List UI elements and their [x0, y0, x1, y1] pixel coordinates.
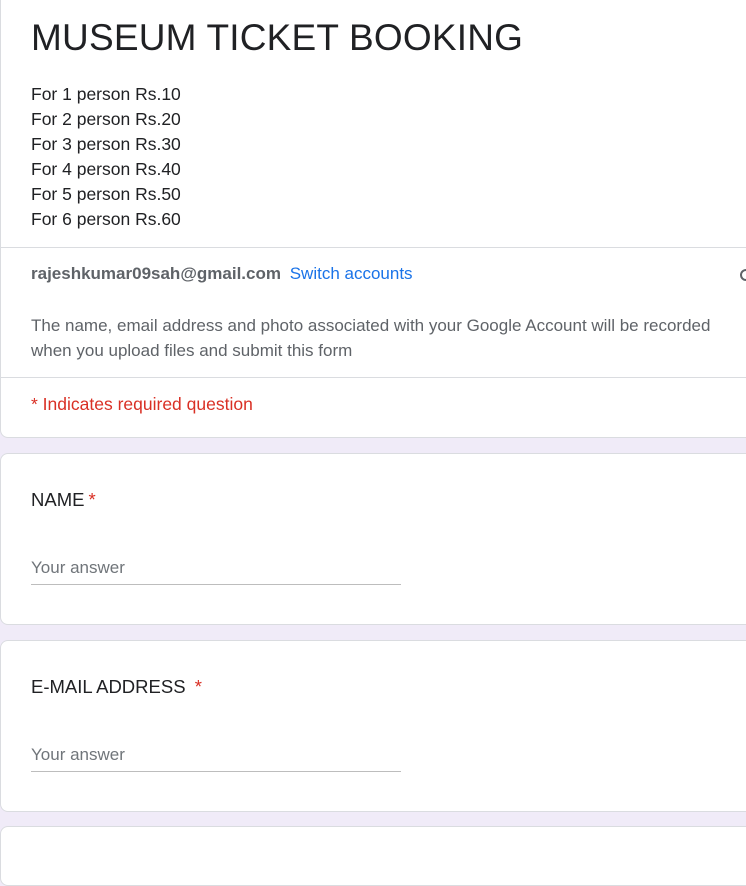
privacy-note: The name, email address and photo associ…	[31, 313, 746, 363]
question-label: E-MAIL ADDRESS	[31, 676, 191, 697]
required-asterisk: *	[194, 676, 202, 697]
switch-accounts-link[interactable]: Switch accounts	[290, 264, 413, 283]
form-title: MUSEUM TICKET BOOKING	[31, 17, 524, 58]
name-input[interactable]	[31, 552, 401, 585]
divider	[1, 377, 746, 378]
privacy-note-line: The name, email address and photo associ…	[31, 316, 711, 335]
question-title: E-MAIL ADDRESS *	[31, 676, 202, 698]
divider	[1, 247, 746, 248]
description-line: For 1 person Rs.10	[31, 84, 181, 104]
cloud-status-icon[interactable]	[740, 269, 746, 281]
description-line: For 6 person Rs.60	[31, 209, 181, 229]
required-asterisk: *	[88, 489, 96, 510]
question-card-next	[0, 826, 746, 886]
description-line: For 2 person Rs.20	[31, 109, 181, 129]
question-card-email: E-MAIL ADDRESS *	[0, 640, 746, 812]
email-input[interactable]	[31, 739, 401, 772]
description-line: For 5 person Rs.50	[31, 184, 181, 204]
form-header-card: MUSEUM TICKET BOOKING For 1 person Rs.10…	[0, 0, 746, 438]
required-question-note: * Indicates required question	[31, 394, 253, 414]
question-title: NAME *	[31, 489, 96, 511]
form-description: For 1 person Rs.10 For 2 person Rs.20 Fo…	[31, 82, 181, 232]
privacy-note-line: when you upload files and submit this fo…	[31, 341, 353, 360]
description-line: For 3 person Rs.30	[31, 134, 181, 154]
question-label: NAME	[31, 489, 85, 510]
description-line: For 4 person Rs.40	[31, 159, 181, 179]
question-card-name: NAME *	[0, 453, 746, 625]
account-row: rajeshkumar09sah@gmail.com Switch accoun…	[31, 264, 413, 284]
account-email: rajeshkumar09sah@gmail.com	[31, 264, 281, 283]
